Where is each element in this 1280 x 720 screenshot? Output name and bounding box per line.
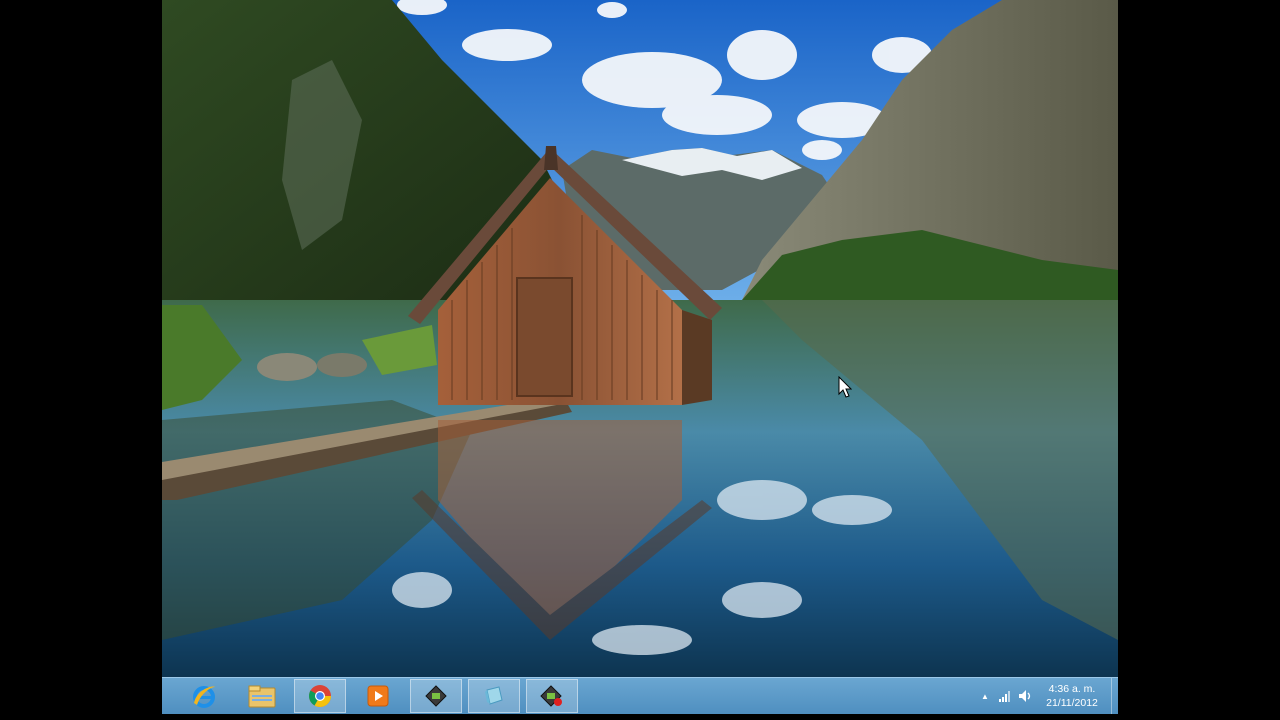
clock-date: 21/11/2012 bbox=[1046, 697, 1098, 709]
taskbar: ▲ 4:36 a. m. 21/11/2012 bbox=[162, 677, 1118, 714]
system-clock[interactable]: 4:36 a. m. 21/11/2012 bbox=[1035, 682, 1109, 710]
show-desktop-button[interactable] bbox=[1111, 678, 1118, 714]
media-player-icon bbox=[367, 685, 389, 707]
taskbar-file-explorer-button[interactable] bbox=[236, 679, 288, 713]
clock-time: 4:36 a. m. bbox=[1048, 683, 1096, 695]
taskbar-chrome-button[interactable] bbox=[294, 679, 346, 713]
app-cube-icon bbox=[485, 686, 503, 705]
file-explorer-icon bbox=[248, 685, 276, 708]
desktop-screen: ▲ 4:36 a. m. 21/11/2012 bbox=[162, 0, 1118, 714]
taskbar-app-window-button[interactable] bbox=[410, 679, 462, 713]
show-hidden-icons-button[interactable]: ▲ bbox=[975, 686, 995, 706]
taskbar-internet-explorer-button[interactable] bbox=[178, 679, 230, 713]
app-window-icon bbox=[425, 685, 447, 707]
taskbar-app-cube-button[interactable] bbox=[468, 679, 520, 713]
mouse-cursor-icon bbox=[838, 375, 853, 403]
network-signal-icon[interactable] bbox=[995, 686, 1015, 706]
taskbar-media-player-button[interactable] bbox=[352, 679, 404, 713]
system-tray: ▲ 4:36 a. m. 21/11/2012 bbox=[975, 678, 1118, 714]
wallpaper-scene bbox=[162, 0, 1118, 677]
volume-speaker-icon[interactable] bbox=[1015, 686, 1035, 706]
app-record-icon bbox=[540, 685, 562, 707]
chrome-icon bbox=[309, 685, 331, 707]
internet-explorer-icon bbox=[193, 686, 215, 708]
desktop-wallpaper bbox=[162, 0, 1118, 677]
taskbar-app-record-button[interactable] bbox=[526, 679, 578, 713]
